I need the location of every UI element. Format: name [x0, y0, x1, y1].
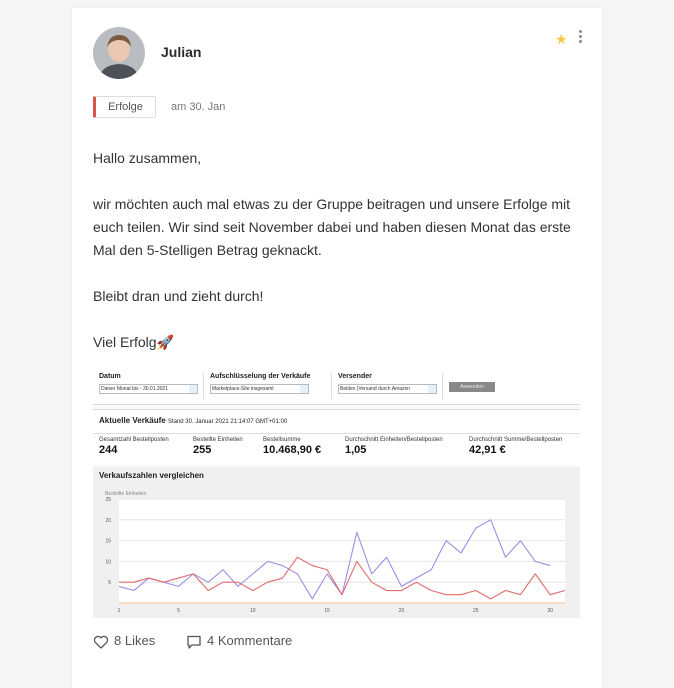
line-chart: 2520151051 5 10 15 20 25 30Bestellte Einheiten	[105, 491, 566, 614]
y-tick-label: 15	[105, 539, 111, 545]
x-tick-label: 30	[547, 608, 553, 614]
more-vertical-icon[interactable]	[576, 29, 584, 45]
post-body: Hallo zusammen, wir möchten auch mal etw…	[93, 147, 593, 350]
category-tag[interactable]: Erfolge	[93, 96, 156, 118]
likes-count: 8 Likes	[114, 633, 156, 648]
y-tick-label: 5	[108, 580, 111, 586]
breakdown-filter-select[interactable]: Marketplace-Site insgesamt	[210, 384, 309, 394]
date-filter-label: Datum	[99, 373, 121, 380]
paragraph-text: wir möchten auch mal etwas zu der Gruppe…	[93, 196, 571, 258]
y-axis-label: Bestellte Einheiten	[105, 491, 147, 497]
post-date: am 30. Jan	[171, 101, 226, 113]
divider	[93, 433, 580, 434]
post-card: Julian ★ Erfolge am 30. Jan Hallo zusamm…	[72, 8, 602, 688]
x-tick-label: 10	[250, 608, 256, 614]
date-filter-select[interactable]: Dieser Monat bis - 30.01.2021	[99, 384, 198, 394]
avatar[interactable]	[93, 27, 145, 79]
heart-icon	[93, 635, 109, 649]
y-tick-label: 10	[105, 559, 111, 565]
shipper-filter-select[interactable]: Beides (Versand durch Amazon	[338, 384, 437, 394]
closing-text: Viel Erfolg🚀	[93, 334, 174, 350]
x-tick-label: 1	[118, 608, 121, 614]
divider	[442, 373, 443, 399]
plot-area	[119, 499, 565, 603]
metric-units: Bestellte Einheiten 255	[193, 437, 243, 456]
breakdown-filter-label: Aufschlüsselung der Verkäufe	[210, 373, 311, 380]
y-tick-label: 20	[105, 518, 111, 524]
post-actions: 8 Likes 4 Kommentare	[93, 631, 493, 651]
comment-icon	[187, 635, 201, 649]
star-icon[interactable]: ★	[555, 31, 568, 48]
filter-bar: Datum Dieser Monat bis - 30.01.2021 Aufs…	[93, 369, 580, 405]
sales-chart: Verkaufszahlen vergleichen 25 20 15 10 5 1 5 10…	[93, 467, 580, 618]
avatar-image	[93, 27, 145, 79]
encouragement-text: Bleibt dran und zieht durch!	[93, 288, 264, 304]
comments-count: 4 Kommentare	[207, 633, 293, 648]
metric-revenue: Bestellsumme 10.468,90 €	[263, 437, 322, 456]
x-tick-label: 5	[177, 608, 180, 614]
apply-button[interactable]: Anwenden	[449, 382, 495, 392]
sales-timestamp: Stand 30. Januar 2021 21:14:07 GMT+01:00	[167, 419, 288, 425]
divider	[331, 373, 332, 399]
sales-screenshot[interactable]: Datum Dieser Monat bis - 30.01.2021 Aufs…	[93, 369, 580, 618]
greeting-text: Hallo zusammen,	[93, 150, 202, 166]
divider	[203, 373, 204, 399]
x-tick-label: 25	[473, 608, 479, 614]
sales-summary: Aktuelle Verkäufe Stand 30. Januar 2021 …	[93, 409, 580, 465]
sales-title: Aktuelle Verkäufe Stand 30. Januar 2021 …	[99, 416, 288, 425]
metric-avg-units: Durchschnitt Einheiten/Bestellposten 1,0…	[345, 437, 443, 456]
x-tick-label: 15	[324, 608, 330, 614]
metric-total-orders: Gesamtzahl Bestellposten 244	[99, 437, 169, 456]
y-tick-label: 25	[105, 497, 111, 503]
author-name[interactable]: Julian	[161, 44, 201, 60]
metric-avg-revenue: Durchschnitt Summe/Bestellposten 42,91 €	[469, 437, 563, 456]
shipper-filter-label: Versender	[338, 373, 372, 380]
x-tick-label: 20	[399, 608, 405, 614]
